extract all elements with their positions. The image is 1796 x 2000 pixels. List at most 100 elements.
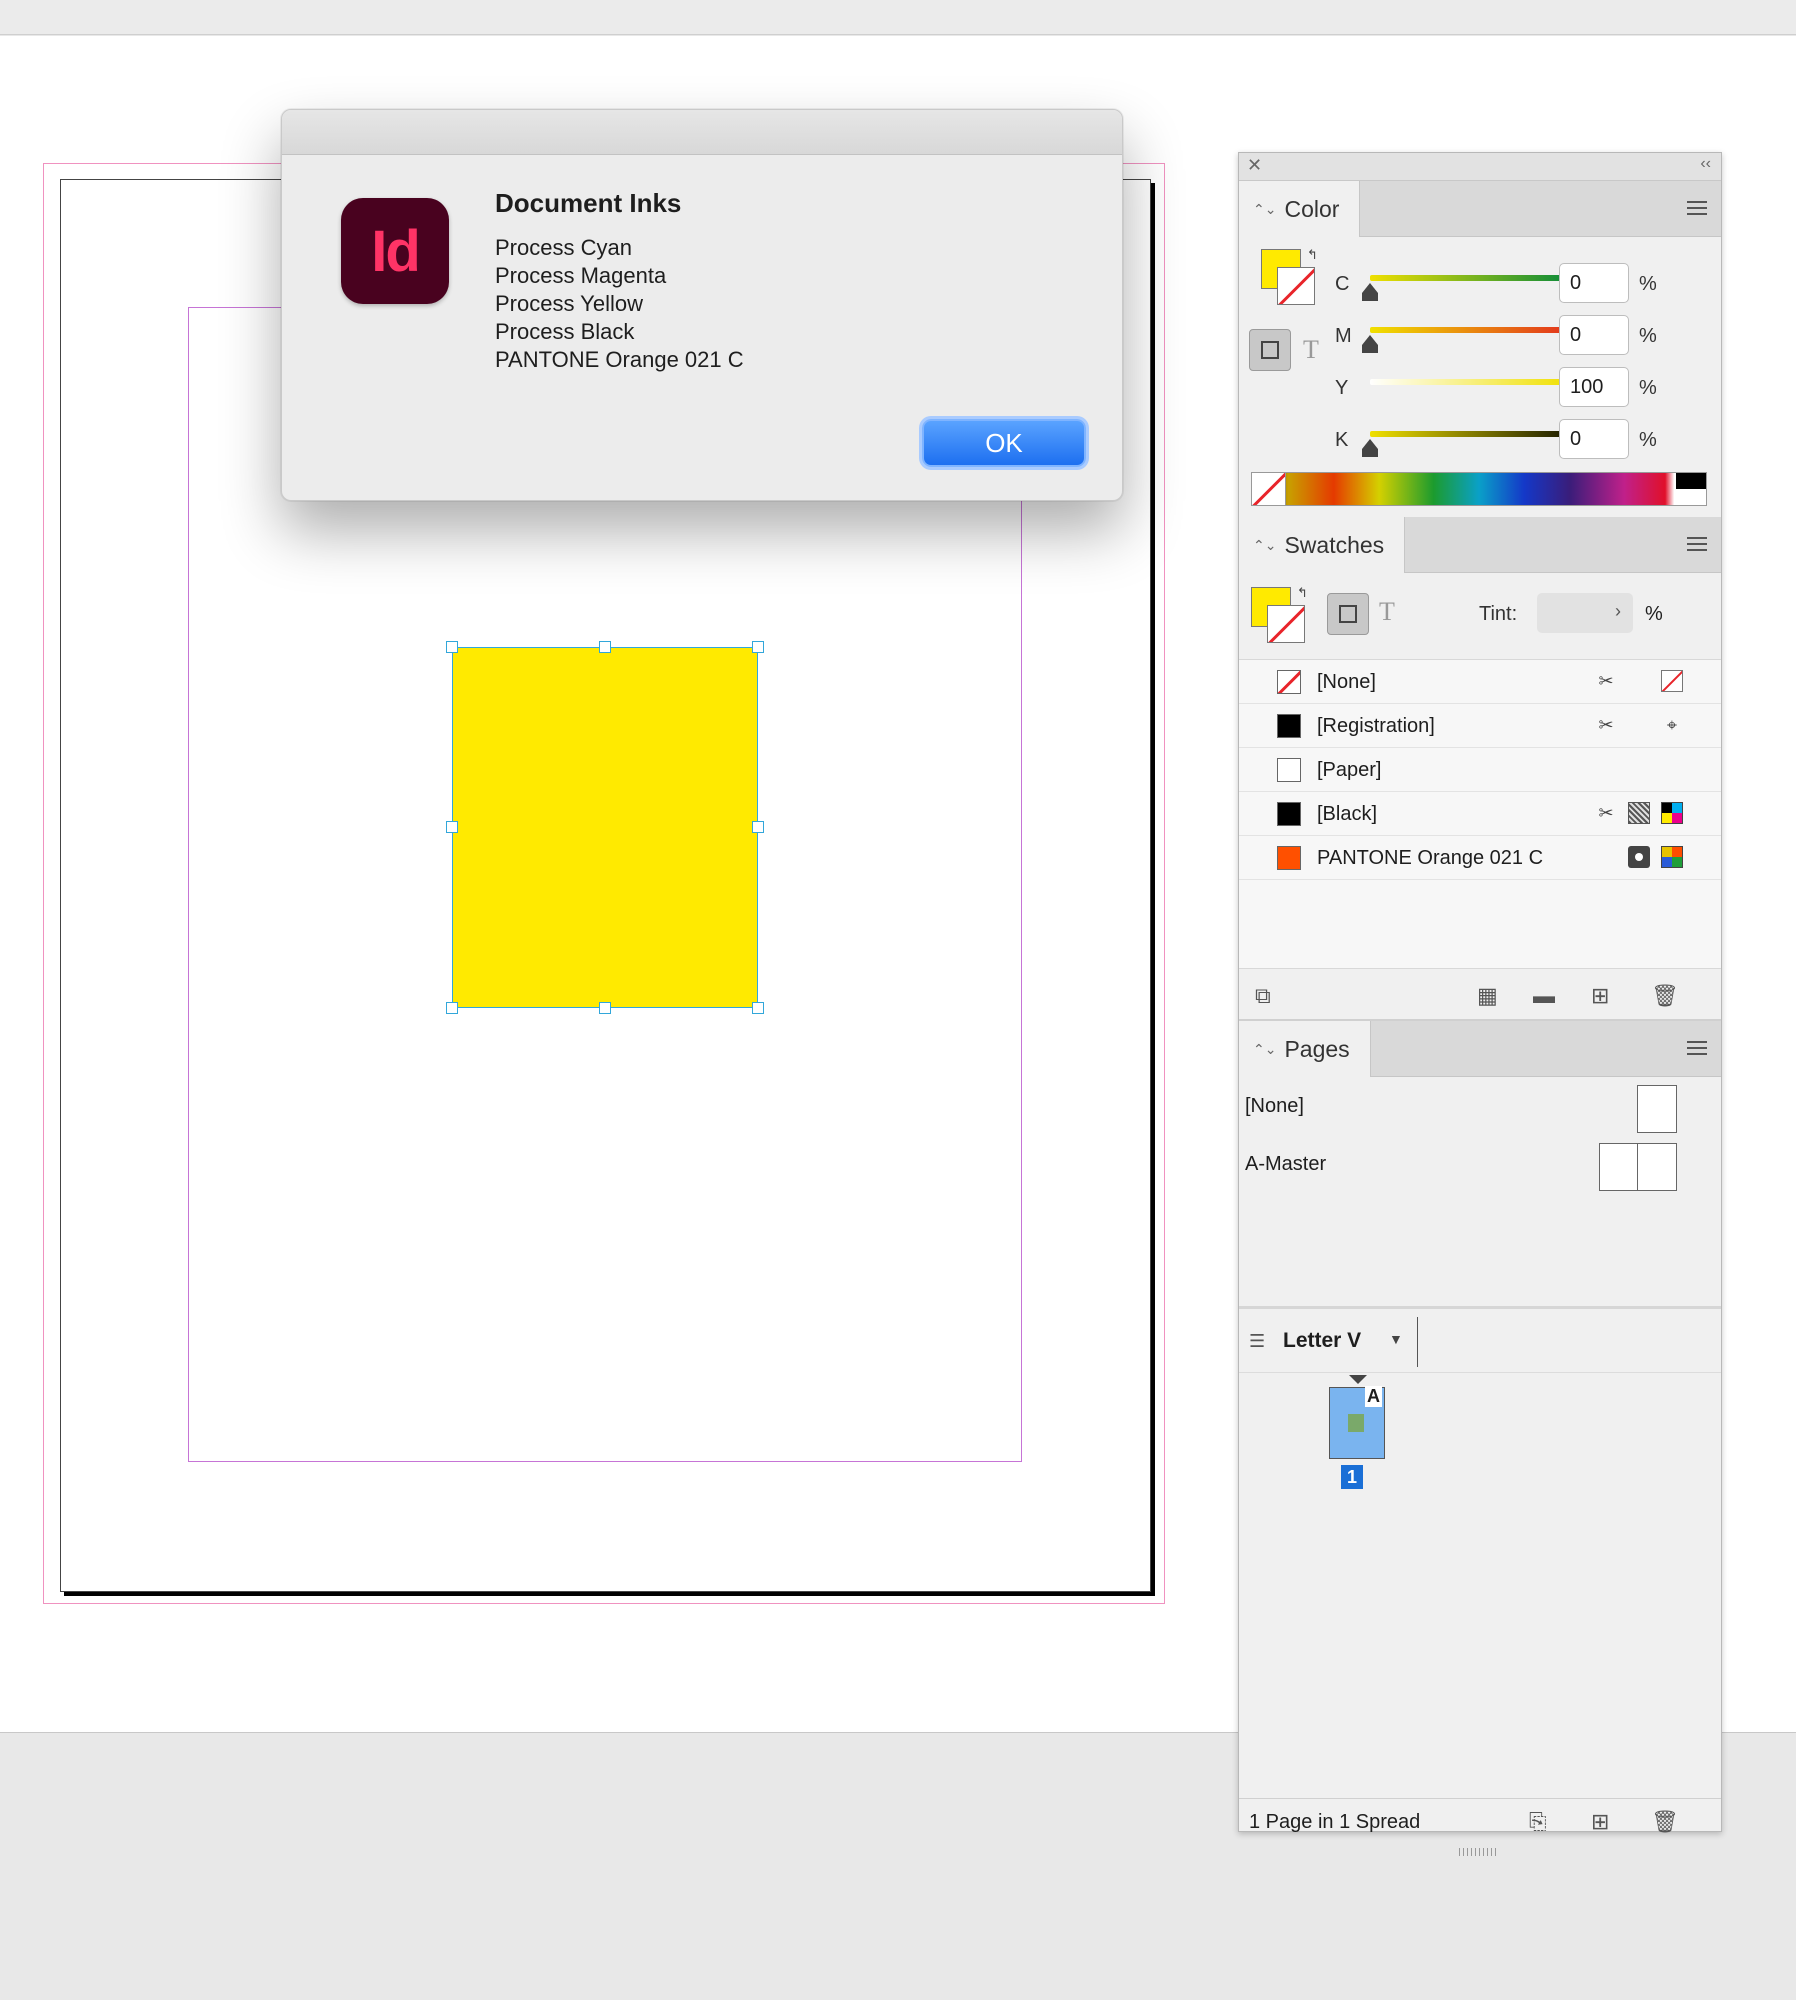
page-list-icon: ☰ — [1249, 1331, 1266, 1351]
cyan-thumb[interactable] — [1362, 283, 1378, 301]
swatch-none[interactable]: [None] ✂ — [1239, 660, 1721, 704]
resize-handle-left[interactable] — [446, 821, 458, 833]
black-thumb[interactable] — [1362, 439, 1378, 457]
formatting-container-button[interactable] — [1249, 329, 1291, 371]
resize-handle-bottom-left[interactable] — [446, 1002, 458, 1014]
divider — [1417, 1317, 1418, 1367]
delete-swatch-icon[interactable]: 🗑 — [1651, 983, 1679, 1009]
ink-item: Process Magenta — [495, 263, 667, 288]
cyan-slider[interactable]: C 0 % — [1335, 263, 1715, 311]
swatch-list: [None] ✂ [Registration] ✂ ⌖ [Paper] [Bla… — [1239, 659, 1721, 969]
yellow-value-field[interactable]: 100 — [1559, 367, 1629, 407]
yellow-slider[interactable]: Y 100 % — [1335, 367, 1715, 415]
magenta-track[interactable] — [1370, 327, 1570, 333]
edit-page-size-icon[interactable]: ⎘ — [1529, 1809, 1547, 1835]
magenta-slider[interactable]: M 0 % — [1335, 315, 1715, 363]
swatch-registration[interactable]: [Registration] ✂ ⌖ — [1239, 704, 1721, 748]
color-spectrum-ramp[interactable] — [1251, 472, 1707, 506]
master-a-right-thumbnail[interactable] — [1637, 1143, 1677, 1191]
swatches-panel-header: ⌃⌄ Swatches — [1239, 517, 1721, 573]
resize-handle-top-right[interactable] — [752, 641, 764, 653]
chevron-updown-icon: ⌃⌄ — [1253, 536, 1277, 553]
resize-handle-top[interactable] — [599, 641, 611, 653]
text-formatting-icon[interactable]: T — [1379, 597, 1395, 627]
lab-mode-icon — [1661, 846, 1683, 868]
swatch-views-icon[interactable]: ▦ — [1477, 983, 1498, 1009]
magenta-thumb[interactable] — [1362, 335, 1378, 353]
stroke-color-swatch[interactable] — [1277, 267, 1315, 305]
document-pages-area: A 1 — [1239, 1373, 1721, 1853]
panel-menu-icon[interactable] — [1687, 1041, 1707, 1055]
swatch-paper[interactable]: [Paper] — [1239, 748, 1721, 792]
thumbnail-frame — [1348, 1414, 1364, 1432]
close-icon[interactable]: ✕ — [1247, 155, 1262, 176]
cannot-edit-icon: ✂ — [1598, 671, 1614, 691]
application-bar — [0, 0, 1796, 35]
resize-handle-bottom-right[interactable] — [752, 1002, 764, 1014]
text-formatting-icon[interactable]: T — [1303, 335, 1319, 365]
formatting-container-button[interactable] — [1327, 593, 1369, 635]
swap-arrow-icon[interactable]: ↰ — [1307, 247, 1318, 263]
cannot-edit-icon: ✂ — [1598, 715, 1614, 735]
ok-button[interactable]: OK — [922, 419, 1086, 467]
resize-handle-top-left[interactable] — [446, 641, 458, 653]
magenta-value-field[interactable]: 0 — [1559, 315, 1629, 355]
ink-item: Process Cyan — [495, 235, 632, 260]
chevron-down-icon[interactable]: ▼ — [1389, 1331, 1403, 1347]
new-page-icon[interactable]: ⊞ — [1591, 1809, 1609, 1835]
chevron-right-icon[interactable]: › — [1615, 601, 1621, 622]
collapse-icon[interactable]: ‹‹ — [1700, 155, 1711, 173]
master-none[interactable]: [None] — [1245, 1095, 1304, 1118]
resize-handle-right[interactable] — [752, 821, 764, 833]
black-ramp-end[interactable] — [1676, 473, 1706, 489]
chevron-updown-icon: ⌃⌄ — [1253, 1040, 1277, 1057]
panel-menu-icon[interactable] — [1687, 201, 1707, 215]
tint-field[interactable]: › — [1537, 593, 1633, 633]
none-color-box[interactable] — [1252, 473, 1286, 505]
page-1-thumbnail[interactable]: A — [1329, 1386, 1385, 1459]
tab-pages[interactable]: ⌃⌄ Pages — [1239, 1021, 1371, 1077]
master-none-thumbnail[interactable] — [1637, 1085, 1677, 1133]
page-number-badge[interactable]: 1 — [1341, 1465, 1363, 1489]
swap-arrow-icon[interactable]: ↰ — [1297, 585, 1308, 601]
new-color-group-icon[interactable]: ▬ — [1533, 983, 1555, 1009]
master-a-left-thumbnail[interactable] — [1599, 1143, 1639, 1191]
stroke-color-swatch[interactable] — [1267, 605, 1305, 643]
page-size-select[interactable]: Letter V — [1283, 1329, 1361, 1353]
ink-item: PANTONE Orange 021 C — [495, 347, 744, 372]
cyan-track[interactable] — [1370, 275, 1570, 281]
spread-indicator-icon — [1349, 1375, 1367, 1384]
resize-handle-bottom[interactable] — [599, 1002, 611, 1014]
show-swatch-kinds-icon[interactable]: ⧉ — [1255, 983, 1271, 1009]
panel-dock: ✕ ‹‹ ⌃⌄ Color ↰ T C 0 % M 0 % Y 100 % K … — [1238, 152, 1722, 1856]
swatches-controls: ↰ T Tint: › % — [1239, 573, 1721, 659]
dialog-titlebar — [282, 110, 1122, 155]
master-a[interactable]: A-Master — [1245, 1153, 1326, 1176]
ink-item: Process Black — [495, 319, 635, 344]
spot-color-icon — [1628, 846, 1650, 868]
cyan-value-field[interactable]: 0 — [1559, 263, 1629, 303]
tab-swatches[interactable]: ⌃⌄ Swatches — [1239, 517, 1406, 573]
color-panel-header: ⌃⌄ Color — [1239, 181, 1721, 237]
swatches-footer: ⧉ ▦ ▬ ⊞ 🗑 — [1239, 969, 1721, 1021]
black-value-field[interactable]: 0 — [1559, 419, 1629, 459]
delete-page-icon[interactable]: 🗑 — [1651, 1809, 1679, 1835]
tab-color[interactable]: ⌃⌄ Color — [1239, 181, 1361, 237]
swatch-chip — [1277, 758, 1301, 782]
swatch-black[interactable]: [Black] ✂ — [1239, 792, 1721, 836]
black-track[interactable] — [1370, 431, 1570, 437]
yellow-rectangle-frame[interactable] — [452, 647, 758, 1008]
chevron-updown-icon: ⌃⌄ — [1253, 200, 1277, 217]
resize-grip[interactable] — [1459, 1848, 1499, 1856]
panel-menu-icon[interactable] — [1687, 537, 1707, 551]
black-slider[interactable]: K 0 % — [1335, 419, 1715, 467]
new-swatch-icon[interactable]: ⊞ — [1591, 983, 1609, 1009]
pages-footer: 1 Page in 1 Spread ⎘ ⊞ 🗑 — [1239, 1798, 1721, 1844]
dialog-title: Document Inks — [495, 188, 682, 218]
document-inks-dialog: Id Document Inks Process Cyan Process Ma… — [281, 109, 1123, 501]
swatch-chip — [1277, 802, 1301, 826]
yellow-track[interactable] — [1370, 379, 1570, 385]
swatch-pantone-orange[interactable]: PANTONE Orange 021 C — [1239, 836, 1721, 880]
swatch-chip — [1277, 846, 1301, 870]
swatch-chip — [1277, 670, 1301, 694]
